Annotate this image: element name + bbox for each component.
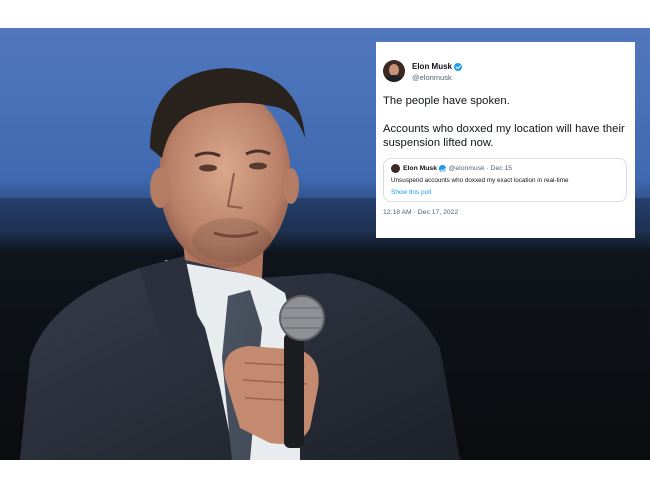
tweet-text-line2: Accounts who doxxed my location will hav… [383,123,625,149]
author-name[interactable]: Elon Musk [412,61,463,72]
tweet-text: The people have spoken. Accounts who dox… [383,94,627,150]
quoted-tweet-header: Elon Musk @elonmusk · Dec 15 [391,163,620,174]
quoted-tweet[interactable]: Elon Musk @elonmusk · Dec 15 Unsuspend a… [383,158,627,202]
verified-badge-icon [439,165,446,172]
quoted-meta: @elonmusk · Dec 15 [448,165,513,172]
author-info: Elon Musk @elonmusk [412,59,463,83]
tweet-timestamp[interactable]: 12:18 AM · Dec 17, 2022 [383,209,627,216]
quoted-author-name: Elon Musk [403,165,437,172]
tweet-header: Elon Musk @elonmusk [383,58,627,84]
quoted-tweet-text: Unsuspend accounts who doxxed my exact l… [391,177,569,184]
verified-badge-icon [454,62,463,71]
tweet-text-line1: The people have spoken. [383,95,510,107]
show-poll-link[interactable]: Show this poll [391,189,620,196]
quoted-avatar [391,164,400,173]
author-handle[interactable]: @elonmusk [412,72,462,83]
tweet-card[interactable]: Elon Musk @elonmusk The people have spok… [376,42,635,238]
avatar[interactable] [383,60,405,82]
